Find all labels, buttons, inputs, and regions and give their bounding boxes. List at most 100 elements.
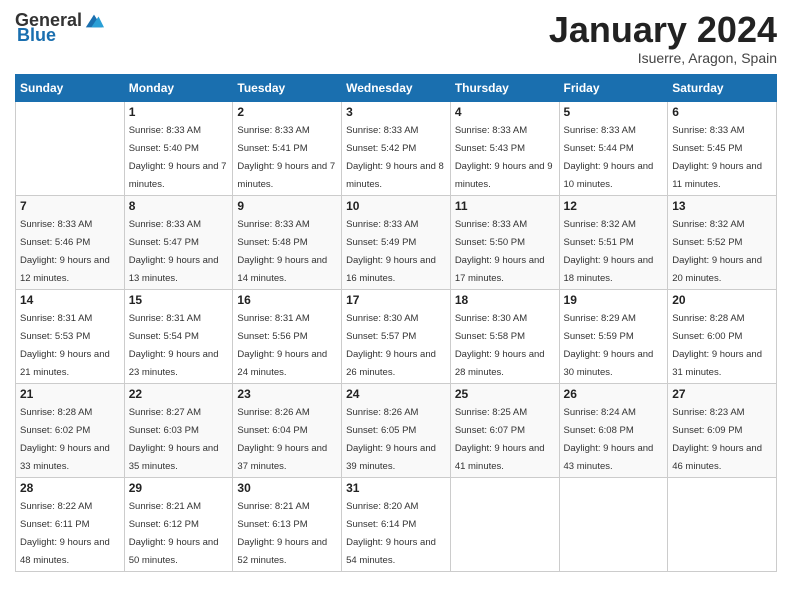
day-number: 11 — [455, 199, 555, 213]
day-info: Sunrise: 8:32 AMSunset: 5:51 PMDaylight:… — [564, 219, 654, 284]
day-info: Sunrise: 8:23 AMSunset: 6:09 PMDaylight:… — [672, 407, 762, 472]
day-number: 20 — [672, 293, 772, 307]
day-number: 7 — [20, 199, 120, 213]
week-row-4: 28 Sunrise: 8:22 AMSunset: 6:11 PMDaylig… — [16, 477, 777, 571]
day-cell-3-2: 23 Sunrise: 8:26 AMSunset: 6:04 PMDaylig… — [233, 383, 342, 477]
day-cell-4-6 — [668, 477, 777, 571]
day-cell-0-3: 3 Sunrise: 8:33 AMSunset: 5:42 PMDayligh… — [342, 101, 451, 195]
day-cell-3-6: 27 Sunrise: 8:23 AMSunset: 6:09 PMDaylig… — [668, 383, 777, 477]
day-number: 29 — [129, 481, 229, 495]
day-number: 24 — [346, 387, 446, 401]
week-row-2: 14 Sunrise: 8:31 AMSunset: 5:53 PMDaylig… — [16, 289, 777, 383]
day-cell-4-1: 29 Sunrise: 8:21 AMSunset: 6:12 PMDaylig… — [124, 477, 233, 571]
day-number: 23 — [237, 387, 337, 401]
day-number: 10 — [346, 199, 446, 213]
page: General Blue January 2024 Isuerre, Arago… — [0, 0, 792, 612]
calendar-table: Sunday Monday Tuesday Wednesday Thursday… — [15, 74, 777, 572]
day-info: Sunrise: 8:20 AMSunset: 6:14 PMDaylight:… — [346, 501, 436, 566]
day-number: 9 — [237, 199, 337, 213]
day-number: 21 — [20, 387, 120, 401]
day-cell-2-6: 20 Sunrise: 8:28 AMSunset: 6:00 PMDaylig… — [668, 289, 777, 383]
col-monday: Monday — [124, 74, 233, 101]
day-cell-1-6: 13 Sunrise: 8:32 AMSunset: 5:52 PMDaylig… — [668, 195, 777, 289]
day-info: Sunrise: 8:33 AMSunset: 5:47 PMDaylight:… — [129, 219, 219, 284]
day-number: 30 — [237, 481, 337, 495]
day-info: Sunrise: 8:33 AMSunset: 5:46 PMDaylight:… — [20, 219, 110, 284]
col-sunday: Sunday — [16, 74, 125, 101]
day-info: Sunrise: 8:26 AMSunset: 6:04 PMDaylight:… — [237, 407, 327, 472]
day-cell-0-6: 6 Sunrise: 8:33 AMSunset: 5:45 PMDayligh… — [668, 101, 777, 195]
header-row: Sunday Monday Tuesday Wednesday Thursday… — [16, 74, 777, 101]
day-cell-1-2: 9 Sunrise: 8:33 AMSunset: 5:48 PMDayligh… — [233, 195, 342, 289]
day-number: 3 — [346, 105, 446, 119]
day-number: 26 — [564, 387, 664, 401]
day-cell-2-4: 18 Sunrise: 8:30 AMSunset: 5:58 PMDaylig… — [450, 289, 559, 383]
day-info: Sunrise: 8:32 AMSunset: 5:52 PMDaylight:… — [672, 219, 762, 284]
day-number: 8 — [129, 199, 229, 213]
day-info: Sunrise: 8:33 AMSunset: 5:40 PMDaylight:… — [129, 125, 227, 190]
day-number: 28 — [20, 481, 120, 495]
logo-text-blue: Blue — [17, 25, 56, 46]
month-title: January 2024 — [549, 10, 777, 50]
day-info: Sunrise: 8:21 AMSunset: 6:13 PMDaylight:… — [237, 501, 327, 566]
day-number: 31 — [346, 481, 446, 495]
day-cell-0-5: 5 Sunrise: 8:33 AMSunset: 5:44 PMDayligh… — [559, 101, 668, 195]
day-info: Sunrise: 8:30 AMSunset: 5:58 PMDaylight:… — [455, 313, 545, 378]
day-number: 22 — [129, 387, 229, 401]
day-number: 4 — [455, 105, 555, 119]
day-cell-4-3: 31 Sunrise: 8:20 AMSunset: 6:14 PMDaylig… — [342, 477, 451, 571]
col-wednesday: Wednesday — [342, 74, 451, 101]
day-info: Sunrise: 8:30 AMSunset: 5:57 PMDaylight:… — [346, 313, 436, 378]
week-row-0: 1 Sunrise: 8:33 AMSunset: 5:40 PMDayligh… — [16, 101, 777, 195]
day-number: 14 — [20, 293, 120, 307]
day-info: Sunrise: 8:25 AMSunset: 6:07 PMDaylight:… — [455, 407, 545, 472]
col-friday: Friday — [559, 74, 668, 101]
day-cell-1-5: 12 Sunrise: 8:32 AMSunset: 5:51 PMDaylig… — [559, 195, 668, 289]
day-info: Sunrise: 8:31 AMSunset: 5:54 PMDaylight:… — [129, 313, 219, 378]
day-info: Sunrise: 8:31 AMSunset: 5:56 PMDaylight:… — [237, 313, 327, 378]
day-number: 15 — [129, 293, 229, 307]
day-info: Sunrise: 8:31 AMSunset: 5:53 PMDaylight:… — [20, 313, 110, 378]
day-number: 5 — [564, 105, 664, 119]
logo-icon — [84, 11, 104, 31]
day-cell-0-4: 4 Sunrise: 8:33 AMSunset: 5:43 PMDayligh… — [450, 101, 559, 195]
day-info: Sunrise: 8:33 AMSunset: 5:43 PMDaylight:… — [455, 125, 553, 190]
day-cell-4-0: 28 Sunrise: 8:22 AMSunset: 6:11 PMDaylig… — [16, 477, 125, 571]
day-info: Sunrise: 8:26 AMSunset: 6:05 PMDaylight:… — [346, 407, 436, 472]
day-cell-3-1: 22 Sunrise: 8:27 AMSunset: 6:03 PMDaylig… — [124, 383, 233, 477]
header: General Blue January 2024 Isuerre, Arago… — [15, 10, 777, 66]
day-info: Sunrise: 8:33 AMSunset: 5:41 PMDaylight:… — [237, 125, 335, 190]
day-number: 13 — [672, 199, 772, 213]
day-number: 25 — [455, 387, 555, 401]
day-info: Sunrise: 8:28 AMSunset: 6:00 PMDaylight:… — [672, 313, 762, 378]
day-info: Sunrise: 8:33 AMSunset: 5:44 PMDaylight:… — [564, 125, 654, 190]
day-info: Sunrise: 8:24 AMSunset: 6:08 PMDaylight:… — [564, 407, 654, 472]
day-cell-3-5: 26 Sunrise: 8:24 AMSunset: 6:08 PMDaylig… — [559, 383, 668, 477]
week-row-3: 21 Sunrise: 8:28 AMSunset: 6:02 PMDaylig… — [16, 383, 777, 477]
day-cell-1-0: 7 Sunrise: 8:33 AMSunset: 5:46 PMDayligh… — [16, 195, 125, 289]
day-cell-0-0 — [16, 101, 125, 195]
day-number: 2 — [237, 105, 337, 119]
day-number: 6 — [672, 105, 772, 119]
day-cell-3-4: 25 Sunrise: 8:25 AMSunset: 6:07 PMDaylig… — [450, 383, 559, 477]
day-cell-4-4 — [450, 477, 559, 571]
day-cell-0-1: 1 Sunrise: 8:33 AMSunset: 5:40 PMDayligh… — [124, 101, 233, 195]
day-cell-2-0: 14 Sunrise: 8:31 AMSunset: 5:53 PMDaylig… — [16, 289, 125, 383]
day-info: Sunrise: 8:21 AMSunset: 6:12 PMDaylight:… — [129, 501, 219, 566]
day-number: 16 — [237, 293, 337, 307]
day-number: 27 — [672, 387, 772, 401]
day-number: 12 — [564, 199, 664, 213]
location-subtitle: Isuerre, Aragon, Spain — [549, 50, 777, 66]
day-cell-4-5 — [559, 477, 668, 571]
day-cell-1-3: 10 Sunrise: 8:33 AMSunset: 5:49 PMDaylig… — [342, 195, 451, 289]
day-cell-2-2: 16 Sunrise: 8:31 AMSunset: 5:56 PMDaylig… — [233, 289, 342, 383]
day-info: Sunrise: 8:33 AMSunset: 5:48 PMDaylight:… — [237, 219, 327, 284]
day-info: Sunrise: 8:33 AMSunset: 5:42 PMDaylight:… — [346, 125, 444, 190]
day-cell-1-4: 11 Sunrise: 8:33 AMSunset: 5:50 PMDaylig… — [450, 195, 559, 289]
day-number: 18 — [455, 293, 555, 307]
day-number: 19 — [564, 293, 664, 307]
day-info: Sunrise: 8:33 AMSunset: 5:45 PMDaylight:… — [672, 125, 762, 190]
week-row-1: 7 Sunrise: 8:33 AMSunset: 5:46 PMDayligh… — [16, 195, 777, 289]
day-info: Sunrise: 8:29 AMSunset: 5:59 PMDaylight:… — [564, 313, 654, 378]
day-number: 1 — [129, 105, 229, 119]
